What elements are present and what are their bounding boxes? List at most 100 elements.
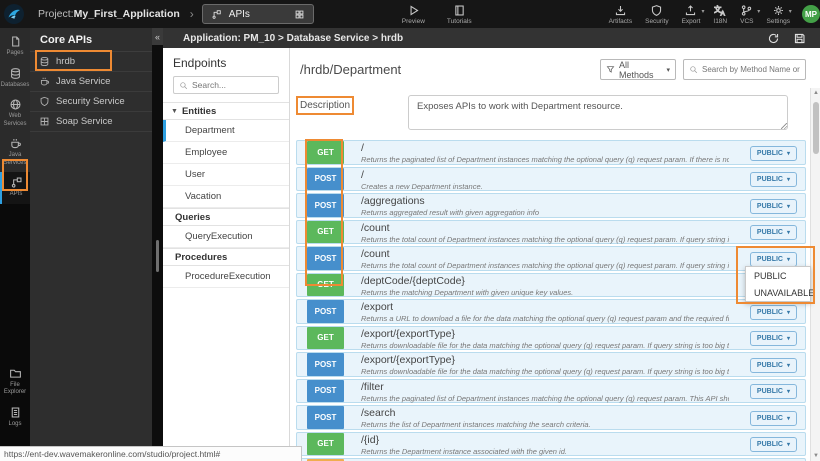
endpoint-row[interactable]: GET /count Returns the total count of De… xyxy=(296,220,806,245)
main-scrollbar[interactable]: ▲ ▼ xyxy=(810,88,820,461)
access-dropdown-button[interactable]: PUBLIC ▾ xyxy=(750,199,797,214)
endpoint-row[interactable]: GET / Returns the paginated list of Depa… xyxy=(296,140,806,165)
access-dropdown-button[interactable]: PUBLIC ▾ xyxy=(750,384,797,399)
access-dropdown-button[interactable]: PUBLIC ▾ xyxy=(750,146,797,161)
status-bar: https://ent-dev.wavemakeronline.com/stud… xyxy=(0,446,302,461)
refresh-icon[interactable] xyxy=(767,32,780,45)
play-icon xyxy=(407,4,420,17)
endpoint-description: Returns downloadable file for the data m… xyxy=(361,341,729,350)
access-dropdown-button[interactable]: PUBLIC ▾ xyxy=(750,437,797,452)
grid-icon[interactable] xyxy=(294,9,305,20)
endpoints-list-item[interactable]: QueryExecution xyxy=(163,226,289,248)
collapse-panel-button[interactable]: « xyxy=(152,28,163,45)
i18n-icon xyxy=(714,4,727,17)
endpoint-row[interactable]: POST /export Returns a URL to download a… xyxy=(296,299,806,324)
endpoint-description: Returns the total count of Department in… xyxy=(361,261,729,270)
endpoint-rows: GET / Returns the paginated list of Depa… xyxy=(296,140,806,461)
rail-item[interactable]: Web Services xyxy=(0,94,30,133)
wavemaker-studio-window: Project:My_First_Application › APIs Prev… xyxy=(0,0,820,461)
topbar-action-button[interactable]: ▾ Export xyxy=(682,4,701,25)
access-dropdown-option[interactable]: PUBLIC xyxy=(746,267,810,284)
core-api-item[interactable]: Soap Service xyxy=(30,112,152,132)
core-api-item[interactable]: Java Service xyxy=(30,72,152,92)
rail-item[interactable]: APIs xyxy=(0,172,30,204)
method-badge: POST xyxy=(307,406,344,429)
preview-button[interactable]: Preview xyxy=(402,4,425,25)
rail-item[interactable]: Pages xyxy=(0,31,30,63)
endpoint-description: Returns aggregated result with given agg… xyxy=(361,208,729,217)
endpoints-list-item[interactable]: Procedures xyxy=(163,248,289,266)
endpoint-row[interactable]: GET /deptCode/{deptCode} Returns the mat… xyxy=(296,273,806,298)
endpoints-list: ▼ Entities Department Employee User Vaca… xyxy=(163,102,289,288)
scrollbar-thumb[interactable] xyxy=(813,102,819,154)
pages-icon xyxy=(9,35,22,48)
shield-icon xyxy=(650,4,663,17)
breadcrumb: Application: PM_10 > Database Service > … xyxy=(183,33,403,44)
rail-bottom-group: File Explorer Logs xyxy=(0,363,30,434)
endpoints-list-item[interactable]: User xyxy=(163,164,289,186)
endpoint-row[interactable]: POST /export/{exportType} Returns downlo… xyxy=(296,352,806,377)
folder-icon xyxy=(9,367,22,380)
scroll-up-arrow[interactable]: ▲ xyxy=(811,90,820,96)
endpoint-row[interactable]: POST /count Returns the total count of D… xyxy=(296,246,806,271)
chevron-down-icon: ▾ xyxy=(787,388,790,395)
access-dropdown-button[interactable]: PUBLIC ▾ xyxy=(750,172,797,187)
endpoints-list-item[interactable]: Department xyxy=(163,120,289,142)
scroll-down-arrow[interactable]: ▼ xyxy=(811,453,820,459)
endpoint-row[interactable]: GET /{id} Returns the Department instanc… xyxy=(296,432,806,457)
endpoints-search-input[interactable] xyxy=(192,80,272,90)
endpoint-path: /deptCode/{deptCode} xyxy=(361,275,465,287)
tab-apis[interactable]: APIs xyxy=(202,4,314,24)
chevron-down-icon: ▾ xyxy=(787,335,790,342)
endpoint-row[interactable]: POST /filter Returns the paginated list … xyxy=(296,379,806,404)
method-badge: GET xyxy=(307,433,344,456)
topbar-action-button[interactable]: ▾ VCS xyxy=(740,4,753,25)
endpoints-list-item[interactable]: ▼ Entities xyxy=(163,102,289,120)
access-dropdown-option[interactable]: UNAVAILABLE xyxy=(746,284,810,301)
method-search[interactable] xyxy=(683,59,806,80)
topbar-action-button[interactable]: Artifacts xyxy=(609,4,632,25)
project-name[interactable]: Project:My_First_Application xyxy=(38,8,180,20)
chevron-down-icon: ▾ xyxy=(787,203,790,210)
methods-filter-dropdown[interactable]: All Methods ▾ xyxy=(600,59,676,80)
access-dropdown-button[interactable]: PUBLIC ▾ xyxy=(750,305,797,320)
rail-item[interactable]: Logs xyxy=(0,402,30,434)
endpoints-list-item[interactable]: Employee xyxy=(163,142,289,164)
core-api-item[interactable]: Security Service xyxy=(30,92,152,112)
endpoints-list-item[interactable]: ProcedureExecution xyxy=(163,266,289,288)
endpoint-description: Returns the total count of Department in… xyxy=(361,235,729,244)
access-dropdown-button[interactable]: PUBLIC ▾ xyxy=(750,225,797,240)
topbar-action-button[interactable]: I18N xyxy=(713,4,727,25)
method-badge: GET xyxy=(307,274,344,297)
endpoint-row[interactable]: POST / Creates a new Department instance… xyxy=(296,167,806,192)
topbar-action-button[interactable]: Security xyxy=(645,4,668,25)
wavemaker-logo-icon[interactable] xyxy=(4,4,24,24)
endpoints-search[interactable] xyxy=(173,76,279,94)
tutorials-button[interactable]: Tutorials xyxy=(447,4,472,25)
endpoint-row[interactable]: POST /search Returns the list of Departm… xyxy=(296,405,806,430)
endpoint-row[interactable]: POST /aggregations Returns aggregated re… xyxy=(296,193,806,218)
method-search-input[interactable] xyxy=(702,65,802,74)
method-badge: POST xyxy=(307,168,344,191)
endpoint-row[interactable]: GET /export/{exportType} Returns downloa… xyxy=(296,326,806,351)
rail-item[interactable]: Databases xyxy=(0,63,30,95)
access-dropdown-button[interactable]: PUBLIC ▾ xyxy=(750,358,797,373)
access-dropdown-button[interactable]: PUBLIC ▾ xyxy=(750,331,797,346)
description-textarea[interactable]: Exposes APIs to work with Department res… xyxy=(408,95,788,130)
user-avatar[interactable]: MP xyxy=(802,5,820,23)
funnel-icon xyxy=(606,65,615,74)
topbar-action-button[interactable]: ▾ Settings xyxy=(767,4,791,25)
access-dropdown-button[interactable]: PUBLIC ▾ xyxy=(750,411,797,426)
endpoints-list-item[interactable]: Queries xyxy=(163,208,289,226)
chevron-down-icon: ▾ xyxy=(787,150,790,157)
page-title: /hrdb/Department xyxy=(300,62,401,77)
panel-scrollbar-thumb[interactable] xyxy=(156,240,159,272)
access-dropdown-button[interactable]: PUBLIC ▾ xyxy=(750,252,797,267)
method-badge: GET xyxy=(307,141,344,164)
rail-item[interactable]: Java Services xyxy=(0,133,30,172)
breadcrumb-bar: Application: PM_10 > Database Service > … xyxy=(163,28,820,48)
core-api-item[interactable]: hrdb xyxy=(30,52,152,72)
rail-item[interactable]: File Explorer xyxy=(0,363,30,402)
save-icon[interactable] xyxy=(793,32,806,45)
endpoints-list-item[interactable]: Vacation xyxy=(163,186,289,208)
